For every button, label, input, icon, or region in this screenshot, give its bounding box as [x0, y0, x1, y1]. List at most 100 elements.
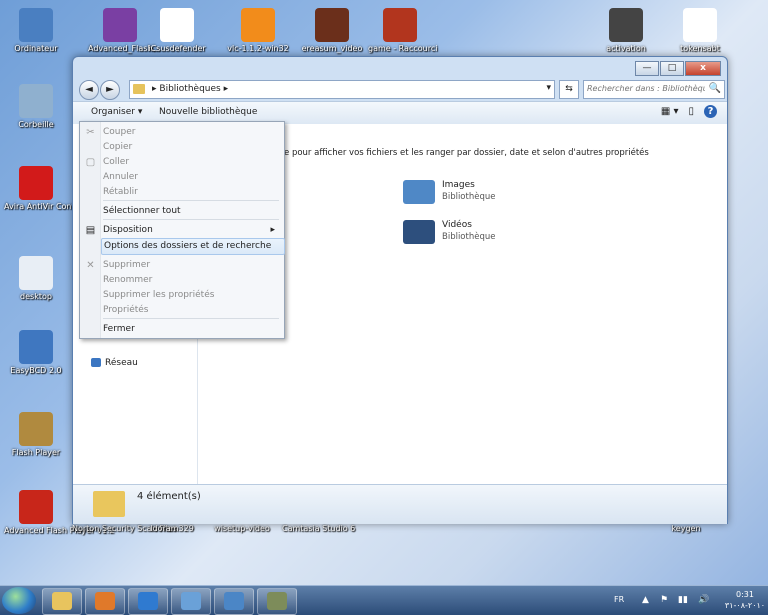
nav-item[interactable]: Réseau	[91, 358, 138, 368]
system-tray: FR ▲ ⚑ ▮▮ 🔊 0:31 ٢٠١٠-٠٨-٣١	[598, 586, 768, 615]
show-hidden-icons-icon[interactable]: ▲	[642, 595, 649, 605]
menu-item[interactable]: Supprimer	[103, 258, 279, 273]
desktop-icon-image	[683, 8, 717, 42]
desktop-icon[interactable]: Advanced_Flash...	[88, 8, 161, 54]
desktop-icon[interactable]: Corbeille	[4, 84, 68, 130]
desktop-icon[interactable]: activation	[594, 8, 658, 54]
desktop-icon[interactable]: Flash Player	[4, 412, 68, 458]
menu-item[interactable]: Rétablir	[103, 185, 279, 200]
taskbar-archive-button[interactable]	[257, 588, 297, 615]
address-separator: ▸	[152, 84, 157, 94]
taskbar-explorer-button[interactable]	[42, 588, 82, 615]
clock[interactable]: 0:31 ٢٠١٠-٠٨-٣١	[723, 589, 767, 611]
forward-button[interactable]: ►	[100, 80, 120, 100]
desktop-icon-image	[609, 8, 643, 42]
refresh-button[interactable]: ⇆	[559, 80, 579, 99]
desktop-icon[interactable]: tokensabt	[668, 8, 732, 54]
new-library-button[interactable]: Nouvelle bibliothèque	[159, 107, 257, 117]
menu-item-label: Fermer	[103, 324, 135, 334]
desktop-icon-label: activation	[606, 44, 646, 53]
maximize-button[interactable]: □	[660, 61, 684, 76]
back-button[interactable]: ◄	[79, 80, 99, 100]
taskbar-internet-explorer-button[interactable]	[128, 588, 168, 615]
archive-icon	[267, 592, 287, 610]
desktop-icon-image	[160, 8, 194, 42]
language-indicator[interactable]: FR	[614, 595, 624, 604]
menu-item-label: Renommer	[103, 275, 153, 285]
control-panel-icon	[224, 592, 244, 610]
menu-item[interactable]: Renommer	[103, 273, 279, 288]
cut-icon: ✂	[86, 127, 95, 138]
address-dropdown-icon[interactable]: ▾	[546, 83, 551, 93]
desktop-icon-label: Advanced_Flash...	[88, 44, 161, 53]
taskbar-folder-libraries-button[interactable]	[171, 588, 211, 615]
close-button[interactable]: x	[685, 61, 721, 76]
desktop-icon[interactable]: Advanced Flash Player v1.2	[4, 490, 114, 536]
menu-item[interactable]: Annuler	[103, 170, 279, 185]
desktop-icon-label: game - Raccourci	[368, 44, 438, 53]
desktop-icon[interactable]: vlc-1.1.2-win32	[226, 8, 290, 54]
library-subtitle: èque pour afficher vos fichiers et les r…	[268, 148, 649, 158]
taskbar: FR ▲ ⚑ ▮▮ 🔊 0:31 ٢٠١٠-٠٨-٣١	[0, 585, 768, 615]
menu-item[interactable]: Sélectionner tout	[103, 204, 279, 219]
menu-item[interactable]: Fermer	[103, 322, 279, 337]
desktop-icon-image	[19, 8, 53, 42]
address-separator-end: ▸	[223, 84, 229, 94]
menu-item-label: Sélectionner tout	[103, 206, 181, 216]
preview-pane-icon[interactable]: ▯	[688, 106, 694, 117]
library-type: Bibliothèque	[442, 232, 496, 242]
search-box[interactable]: 🔍	[583, 80, 725, 99]
organize-button[interactable]: Organiser ▾	[91, 107, 142, 117]
desktop-icon[interactable]: iCsusdefender	[145, 8, 209, 54]
refresh-icon: ⇆	[565, 84, 573, 94]
address-path[interactable]: Bibliothèques	[159, 84, 220, 94]
menu-item[interactable]: Coller	[103, 155, 279, 170]
minimize-button[interactable]: —	[635, 61, 659, 76]
menu-item[interactable]: Supprimer les propriétés	[103, 288, 279, 303]
back-arrow-icon: ◄	[85, 84, 93, 95]
desktop-icon[interactable]: game - Raccourci	[368, 8, 438, 54]
desktop-icon-label: wisetup-video	[214, 524, 270, 533]
explorer-icon	[52, 592, 72, 610]
folder-libraries-icon	[181, 592, 201, 610]
desktop-icon-label: Camtasia Studio 6	[282, 524, 356, 533]
taskbar-control-panel-button[interactable]	[214, 588, 254, 615]
taskbar-media-player-button[interactable]	[85, 588, 125, 615]
menu-item[interactable]: Options des dossiers et de recherche	[101, 238, 285, 255]
menu-item-label: Couper	[103, 127, 136, 137]
desktop-icon[interactable]: desktop	[4, 256, 68, 302]
desktop-icon[interactable]: Avira AntiVir Control Center	[4, 166, 115, 212]
clock-time: 0:31	[736, 590, 754, 599]
nav-item-label: Réseau	[105, 358, 138, 368]
libraries-folder-icon	[93, 491, 125, 517]
action-center-icon[interactable]: ⚑	[660, 595, 668, 605]
desktop-icon-label: keygen	[671, 524, 701, 533]
network-icon[interactable]: ▮▮	[678, 595, 688, 605]
search-icon[interactable]: 🔍	[709, 83, 721, 94]
desktop-icon[interactable]: Ordinateur	[4, 8, 68, 54]
help-icon[interactable]: ?	[704, 105, 717, 118]
menu-separator	[103, 219, 279, 220]
desktop-icon[interactable]: ereasum_video	[300, 8, 364, 54]
paste-icon: ▢	[85, 157, 96, 168]
menu-item[interactable]: Couper	[103, 125, 279, 140]
address-bar[interactable]: ▸ Bibliothèques ▸ ▾	[129, 80, 555, 99]
library-name: Vidéos	[442, 220, 472, 230]
menu-item[interactable]: Disposition ▸	[103, 223, 279, 238]
submenu-arrow-icon: ▸	[270, 225, 275, 235]
search-input[interactable]	[584, 81, 708, 96]
menu-item[interactable]: Copier	[103, 140, 279, 155]
desktop-icon[interactable]: EasyBCD 2.0	[4, 330, 68, 376]
library-type: Bibliothèque	[442, 192, 496, 202]
desktop-icon-label: Avira AntiVir Control Center	[4, 202, 115, 211]
desktop-icon-image	[19, 166, 53, 200]
desktop-icon-image	[383, 8, 417, 42]
desktop-icon-image	[103, 8, 137, 42]
forward-arrow-icon: ►	[106, 84, 114, 95]
organize-menu: Couper ✂ Copier Coller ▢ Annuler Rétablir Sélec…	[79, 121, 285, 339]
menu-item[interactable]: Propriétés	[103, 303, 279, 318]
start-button[interactable]	[2, 587, 36, 614]
volume-icon[interactable]: 🔊	[698, 595, 709, 605]
view-options-icon[interactable]: ▦ ▾	[661, 106, 679, 117]
menu-item-label: Copier	[103, 142, 133, 152]
